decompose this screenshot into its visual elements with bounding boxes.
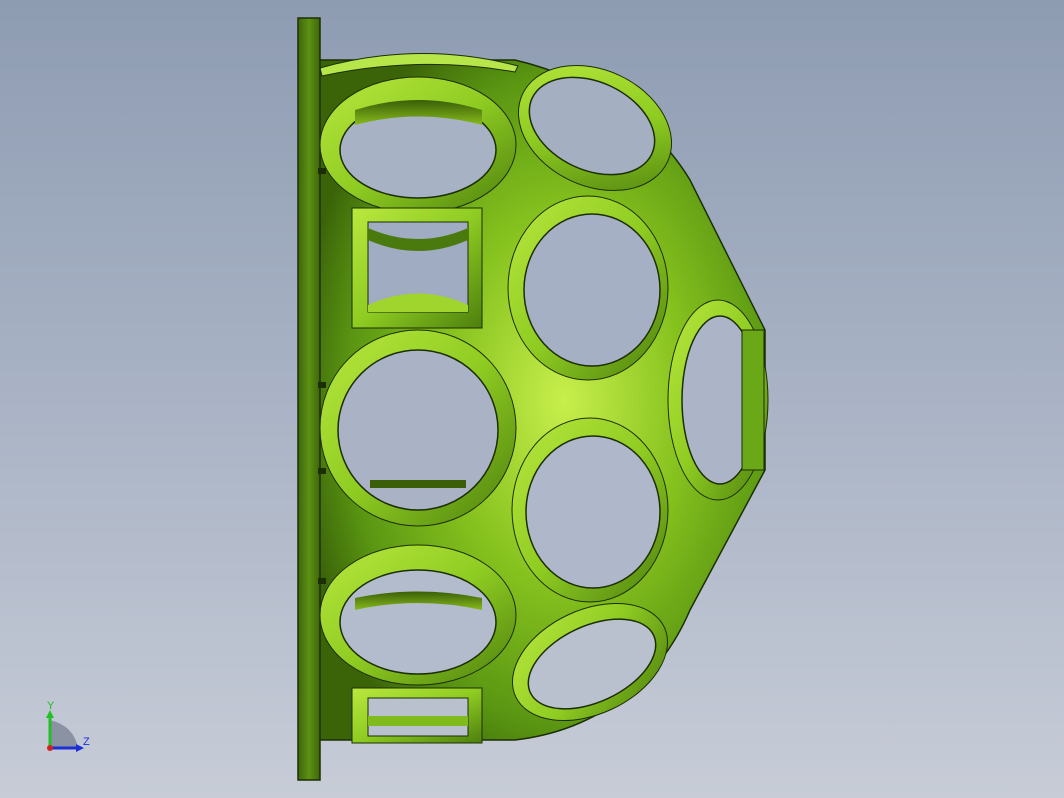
triad-shadow (50, 720, 78, 748)
x-axis-dot (47, 745, 53, 751)
right-column-opening (667, 299, 769, 501)
hemisphere-cage-model[interactable] (0, 0, 1064, 798)
z-axis-label: Z (83, 736, 90, 748)
left-column-openings (319, 76, 517, 686)
mounting-flange (297, 17, 321, 781)
graphics-viewport[interactable]: Y Z (0, 0, 1064, 798)
axis-triad: Y Z (46, 700, 90, 752)
y-axis-label: Y (47, 700, 55, 712)
